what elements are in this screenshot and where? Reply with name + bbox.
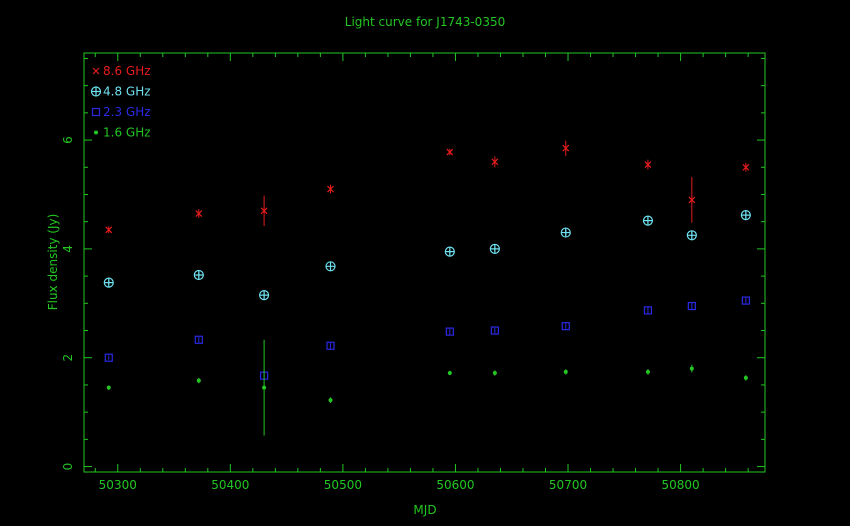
data-point (492, 370, 497, 375)
data-point (106, 385, 111, 390)
x-tick-label: 50500 (324, 478, 362, 492)
legend-marker (94, 130, 98, 135)
y-tick-label: 4 (61, 245, 75, 253)
data-point (645, 369, 650, 374)
chart-background (0, 0, 850, 526)
x-tick-label: 50400 (211, 478, 249, 492)
x-tick-label: 50600 (436, 478, 474, 492)
x-axis-label: MJD (413, 503, 436, 517)
y-tick-label: 2 (61, 354, 75, 362)
y-axis-label: Flux density (Jy) (46, 214, 60, 311)
legend-label: 1.6 GHz (103, 126, 151, 140)
x-tick-label: 50300 (99, 478, 137, 492)
data-point (743, 375, 748, 380)
chart-title: Light curve for J1743-0350 (345, 15, 505, 29)
x-tick-label: 50800 (661, 478, 699, 492)
data-point (262, 385, 267, 390)
y-tick-label: 0 (61, 463, 75, 471)
data-point (563, 369, 568, 374)
data-point (689, 366, 694, 371)
legend-label: 8.6 GHz (103, 64, 151, 78)
legend-label: 2.3 GHz (103, 105, 151, 119)
light-curve-chart: Light curve for J1743-0350 MJD Flux dens… (0, 0, 850, 526)
data-point (328, 398, 333, 403)
x-tick-label: 50700 (549, 478, 587, 492)
data-point (196, 378, 201, 383)
data-point (447, 370, 452, 375)
y-tick-label: 6 (61, 136, 75, 144)
legend-label: 4.8 GHz (103, 85, 151, 99)
